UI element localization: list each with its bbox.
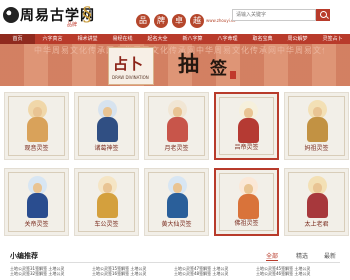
recommendation-section: 小编推荐 全部 精选 最新 土地公灵签31签解签 土地公灵 土地公灵签32签解签… <box>0 248 350 280</box>
brand-seal-3: 卓 <box>172 14 186 28</box>
face-icon <box>173 107 182 117</box>
deity-figure <box>25 176 50 218</box>
deity-tile-chegong[interactable]: 车公灵签 <box>74 168 139 236</box>
nav-item-mingli[interactable]: 八字命理 <box>210 34 245 44</box>
banner-card: 占卜 DRAW DIVINATION <box>108 47 154 85</box>
yin-yang-icon <box>3 7 19 23</box>
deity-figure <box>25 100 50 142</box>
face-icon <box>244 184 253 194</box>
deity-tile-guandi[interactable]: 关帝灵签 <box>4 168 69 236</box>
deity-figure <box>95 176 120 218</box>
deity-figure <box>236 101 261 143</box>
robe-icon <box>97 193 118 218</box>
deity-tile-zhuge[interactable]: 诸葛神签 <box>74 92 139 160</box>
deity-label: 月老灵签 <box>164 145 189 152</box>
recommendation-list: 土地公灵签31签解签 土地公灵 土地公灵签32签解签 土地公灵 土地公灵签15签… <box>10 266 340 280</box>
robe-icon <box>238 118 259 143</box>
face-icon <box>103 107 112 117</box>
tab-latest[interactable]: 最新 <box>324 251 336 260</box>
deity-tile-mazu[interactable]: 妈祖灵签 <box>284 92 349 160</box>
nav-item-home[interactable]: 首页 <box>0 34 35 44</box>
face-icon <box>33 183 42 193</box>
face-icon <box>313 183 322 193</box>
deity-label: 关帝灵签 <box>24 221 49 228</box>
face-icon <box>173 183 182 193</box>
deity-figure <box>165 176 190 218</box>
deity-label: 妈祖灵签 <box>304 145 329 152</box>
deity-tile-lvdi[interactable]: 吕帝灵签 <box>214 92 279 160</box>
deity-figure <box>95 100 120 142</box>
nav-item-quming[interactable]: 取名宝典 <box>245 34 280 44</box>
list-item[interactable]: 土地公灵签32签解签 土地公灵 <box>10 271 64 277</box>
banner-seal-icon <box>230 71 236 79</box>
list-item[interactable]: 土地公灵签16签解签 土地公灵 <box>92 271 146 277</box>
brand-seal-4: 越 <box>190 14 204 28</box>
main-nav: 首页 六字真言 相术讲堂 易经在线 起名大全 新八字算 八字命理 取名宝典 周公… <box>0 34 350 44</box>
deity-label: 佛祖灵签 <box>234 220 259 227</box>
deity-label: 诸葛神签 <box>94 145 119 152</box>
section-divider <box>10 262 340 263</box>
section-tabs: 全部 精选 最新 <box>266 251 350 261</box>
nav-item-liuzi[interactable]: 六字真言 <box>35 34 70 44</box>
deity-tile-laojun[interactable]: 太上老君 <box>284 168 349 236</box>
nav-item-yijing[interactable]: 易经在线 <box>105 34 140 44</box>
list-item[interactable]: 土地公灵签48签解签 土地公灵 <box>174 271 228 277</box>
tab-all[interactable]: 全部 <box>266 251 279 261</box>
brand-seals: 品牌卓越 www.zhouyi.cc <box>136 8 235 28</box>
search-button[interactable] <box>316 9 330 21</box>
robe-icon <box>97 117 118 142</box>
dragon-icon: § <box>82 2 92 26</box>
robe-icon <box>167 117 188 142</box>
face-icon <box>103 183 112 193</box>
robe-icon <box>27 117 48 142</box>
deity-label: 观音灵签 <box>24 145 49 152</box>
face-icon <box>33 107 42 117</box>
search-icon <box>320 11 327 18</box>
robe-icon <box>307 117 328 142</box>
deity-tile-huangdaxian[interactable]: 黄大仙灵签 <box>144 168 209 236</box>
nav-item-qiming[interactable]: 起名大全 <box>140 34 175 44</box>
robe-icon <box>167 193 188 218</box>
robe-icon <box>238 194 259 219</box>
deity-tile-fozu[interactable]: 佛祖灵签 <box>214 168 279 236</box>
nav-item-bazi[interactable]: 新八字算 <box>175 34 210 44</box>
robe-icon <box>27 193 48 218</box>
banner-title-1: 抽 <box>178 51 199 76</box>
tab-featured[interactable]: 精选 <box>296 251 308 260</box>
deity-figure <box>165 100 190 142</box>
banner-title-2: 签 <box>210 59 227 79</box>
deity-figure <box>236 177 261 219</box>
deity-label: 车公灵签 <box>94 221 119 228</box>
deity-figure <box>305 176 330 218</box>
section-title: 小编推荐 <box>10 252 38 260</box>
deity-tile-guanyin[interactable]: 观音灵签 <box>4 92 69 160</box>
deity-grid: 观音灵签 诸葛神签 月老灵签 吕帝灵签 妈祖灵签 关帝灵签 车公灵签 黄大仙灵签… <box>0 92 350 246</box>
list-item[interactable]: 土地公灵签46签解签 土地公灵 <box>256 271 310 277</box>
nav-item-lingqian[interactable]: 灵签占卜 <box>315 34 350 44</box>
robe-icon <box>307 193 328 218</box>
face-icon <box>244 108 253 118</box>
deity-label: 黄大仙灵签 <box>161 221 192 228</box>
site-logo-subtext: 品牌 <box>67 22 78 28</box>
hero-banner: 中华周易文化传承网中华周易文化传承网中华周易文化传承网中华周易文化传承网 占卜 … <box>0 44 350 86</box>
search-input[interactable]: 请输入关键字 <box>232 9 316 21</box>
brand-seal-1: 品 <box>136 14 150 28</box>
deity-label: 吕帝灵签 <box>234 144 259 151</box>
banner-card-subtitle: DRAW DIVINATION <box>112 75 149 80</box>
page-header: 周易古学网 品牌 § 品牌卓越 www.zhouyi.cc 请输入关键字 <box>0 0 350 34</box>
banner-card-title: 占卜 <box>113 55 144 73</box>
brand-seal-2: 牌 <box>154 14 168 28</box>
nav-item-xiangshu[interactable]: 相术讲堂 <box>70 34 105 44</box>
nav-item-jiemeng[interactable]: 周公解梦 <box>280 34 315 44</box>
deity-tile-yuelao[interactable]: 月老灵签 <box>144 92 209 160</box>
deity-label: 太上老君 <box>304 221 329 228</box>
face-icon <box>313 107 322 117</box>
deity-figure <box>305 100 330 142</box>
